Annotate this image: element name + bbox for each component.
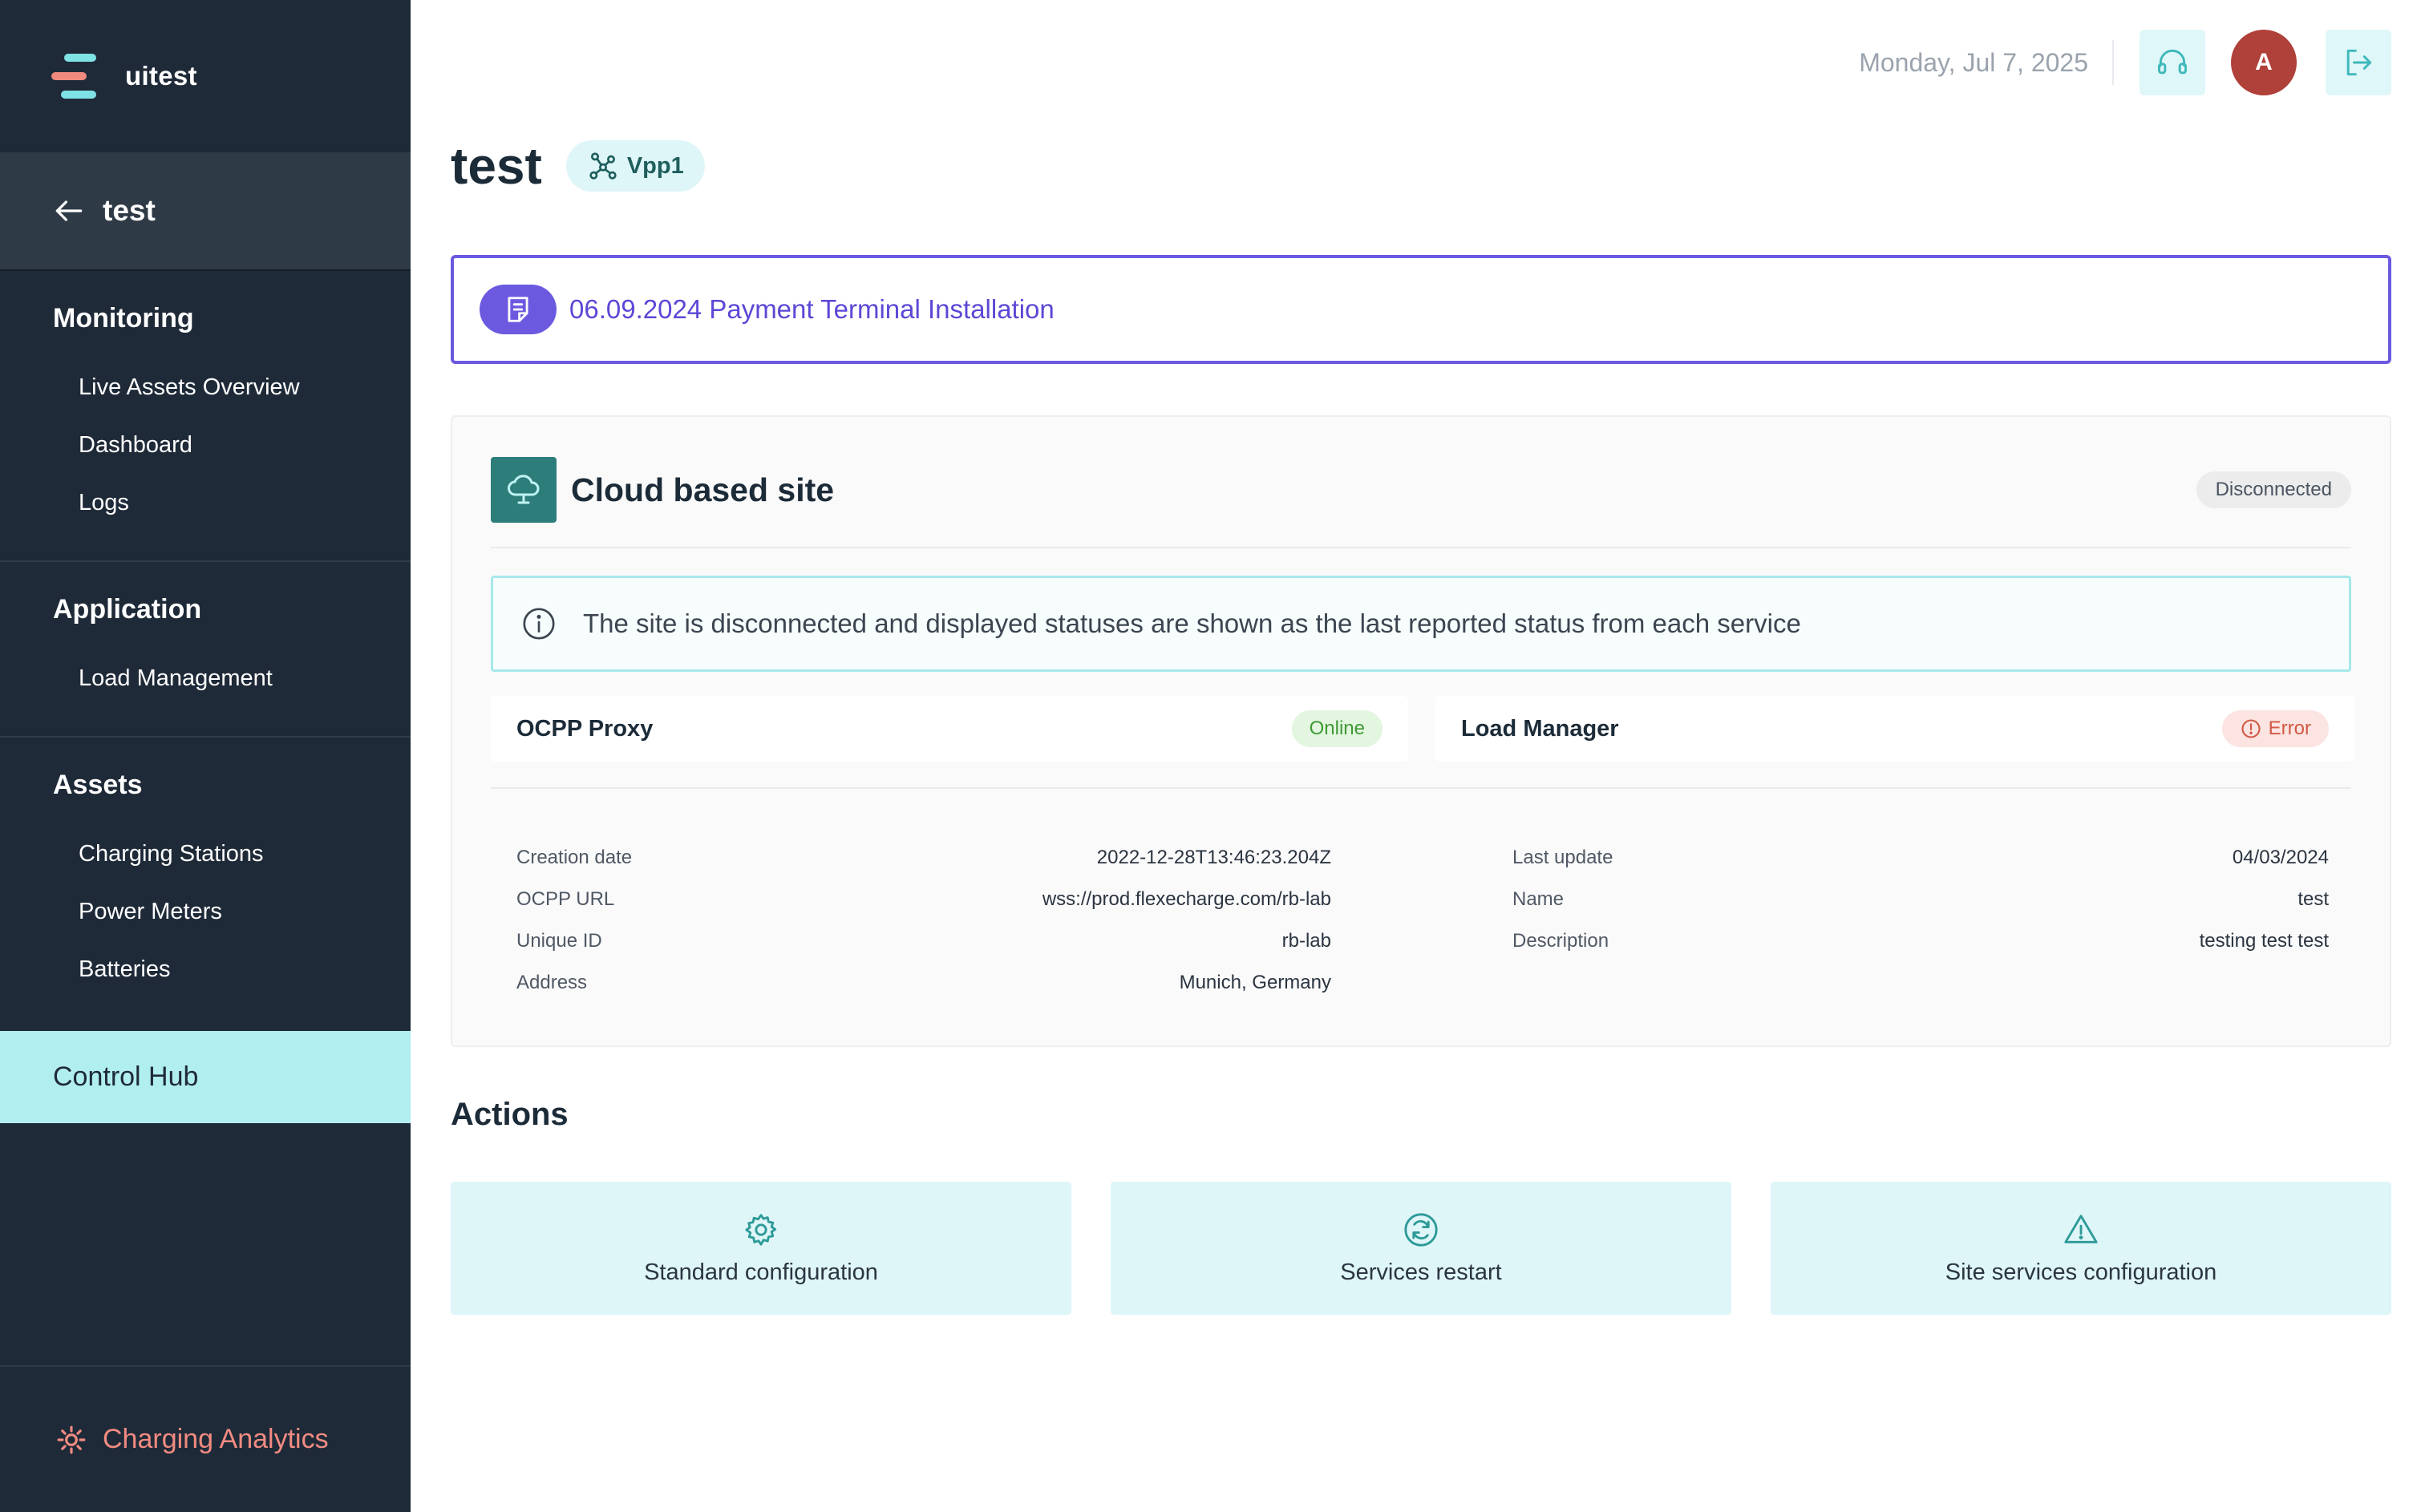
topbar: Monday, Jul 7, 2025 A	[1859, 29, 2391, 96]
sidebar: uitest test Monitoring Live Assets Overv…	[0, 0, 411, 1512]
detail-label: OCPP URL	[516, 888, 615, 910]
logout-icon	[2346, 49, 2372, 76]
details-right: Last update 04/03/2024 Name test Descrip…	[1512, 837, 2329, 962]
info-banner-text: The site is disconnected and displayed s…	[583, 608, 1801, 638]
site-title: Cloud based site	[571, 471, 835, 508]
brand[interactable]: uitest	[0, 0, 411, 152]
detail-row-name: Name test	[1512, 879, 2329, 920]
back-label: test	[103, 194, 156, 227]
charging-analytics-label: Charging Analytics	[103, 1424, 329, 1454]
network-icon	[589, 152, 617, 180]
service-load-manager: Load Manager Error	[1435, 696, 2354, 762]
detail-value: Munich, Germany	[1179, 972, 1331, 993]
status-badge: Disconnected	[2196, 471, 2351, 508]
nav-item-logs[interactable]: Logs	[0, 474, 411, 532]
analytics-gear-icon	[57, 1425, 86, 1453]
nav-item-charging-stations[interactable]: Charging Stations	[0, 825, 411, 883]
nav-section-assets: Assets Charging Stations Power Meters Ba…	[0, 738, 411, 1027]
nav-section-application: Application Load Management	[0, 562, 411, 738]
service-ocpp-proxy: OCPP Proxy Online	[491, 696, 1408, 762]
detail-row-ocpp-url: OCPP URL wss://prod.flexecharge.com/rb-l…	[516, 879, 1331, 920]
detail-row-creation-date: Creation date 2022-12-28T13:46:23.204Z	[516, 837, 1331, 879]
vpp-tag-label: Vpp1	[626, 152, 684, 179]
standard-configuration-button[interactable]: Standard configuration	[451, 1182, 1071, 1315]
nav-section-monitoring: Monitoring Live Assets Overview Dashboar…	[0, 271, 411, 562]
nav-item-live-assets-overview[interactable]: Live Assets Overview	[0, 358, 411, 416]
headset-icon	[2158, 49, 2187, 75]
divider	[491, 547, 2351, 548]
support-button[interactable]	[2140, 30, 2205, 95]
nav-item-power-meters[interactable]: Power Meters	[0, 883, 411, 940]
logout-button[interactable]	[2326, 30, 2391, 95]
divider	[2112, 40, 2114, 85]
detail-label: Address	[516, 972, 588, 993]
detail-label: Unique ID	[516, 930, 602, 952]
error-icon	[2241, 719, 2261, 738]
detail-value: 2022-12-28T13:46:23.204Z	[1096, 847, 1331, 868]
vpp-tag[interactable]: Vpp1	[565, 140, 705, 192]
detail-value: 04/03/2024	[2232, 847, 2329, 868]
detail-row-description: Description testing test test	[1512, 920, 2329, 962]
warning-icon	[2064, 1214, 2098, 1243]
detail-row-unique-id: Unique ID rb-lab	[516, 920, 1331, 962]
title-row: test Vpp1	[451, 136, 705, 196]
page-title: test	[451, 137, 542, 195]
divider	[491, 787, 2351, 789]
detail-value: test	[2297, 888, 2329, 910]
back-button[interactable]: test	[0, 152, 411, 271]
gear-icon	[745, 1213, 777, 1246]
detail-label: Creation date	[516, 847, 633, 868]
current-date: Monday, Jul 7, 2025	[1859, 47, 2088, 77]
details-left: Creation date 2022-12-28T13:46:23.204Z O…	[516, 837, 1331, 1004]
site-services-configuration-button[interactable]: Site services configuration	[1771, 1182, 2391, 1315]
service-name: OCPP Proxy	[516, 715, 654, 742]
note-icon	[480, 285, 557, 334]
actions-title: Actions	[451, 1097, 569, 1132]
note-card[interactable]: 06.09.2024 Payment Terminal Installation	[451, 255, 2391, 364]
detail-value: rb-lab	[1281, 930, 1331, 952]
service-status-badge: Online	[1291, 710, 1383, 747]
detail-value: testing test test	[2199, 930, 2329, 952]
arrow-left-icon	[55, 200, 83, 221]
nav-heading-application[interactable]: Application	[0, 594, 411, 625]
nav-item-dashboard[interactable]: Dashboard	[0, 416, 411, 474]
site-header: Cloud based site Disconnected	[491, 457, 2351, 523]
info-icon	[523, 608, 555, 640]
site-card: Cloud based site Disconnected The site i…	[451, 415, 2391, 1047]
action-label: Standard configuration	[644, 1259, 878, 1285]
nav-item-load-management[interactable]: Load Management	[0, 649, 411, 707]
nav-heading-assets[interactable]: Assets	[0, 770, 411, 801]
detail-label: Last update	[1512, 847, 1613, 868]
detail-row-last-update: Last update 04/03/2024	[1512, 837, 2329, 879]
detail-label: Name	[1512, 888, 1565, 910]
service-name: Load Manager	[1461, 715, 1619, 742]
action-label: Site services configuration	[1945, 1259, 2217, 1285]
cloud-icon	[491, 457, 557, 523]
detail-row-address: Address Munich, Germany	[516, 962, 1331, 1004]
note-text: 06.09.2024 Payment Terminal Installation	[569, 294, 1055, 324]
refresh-icon	[1404, 1212, 1438, 1247]
services-restart-button[interactable]: Services restart	[1111, 1182, 1731, 1315]
nav-item-control-hub[interactable]: Control Hub	[0, 1031, 411, 1123]
service-status-label: Error	[2268, 718, 2311, 739]
detail-value: wss://prod.flexecharge.com/rb-lab	[1042, 888, 1331, 910]
charging-analytics-link[interactable]: Charging Analytics	[0, 1365, 411, 1512]
avatar[interactable]: A	[2231, 30, 2297, 95]
detail-label: Description	[1512, 930, 1609, 952]
brand-logo-icon	[51, 51, 99, 102]
action-label: Services restart	[1340, 1259, 1502, 1285]
info-banner: The site is disconnected and displayed s…	[491, 576, 2351, 672]
service-status-badge: Error	[2221, 710, 2329, 747]
nav-heading-monitoring[interactable]: Monitoring	[0, 303, 411, 334]
nav-item-batteries[interactable]: Batteries	[0, 940, 411, 998]
brand-name: uitest	[125, 61, 197, 91]
